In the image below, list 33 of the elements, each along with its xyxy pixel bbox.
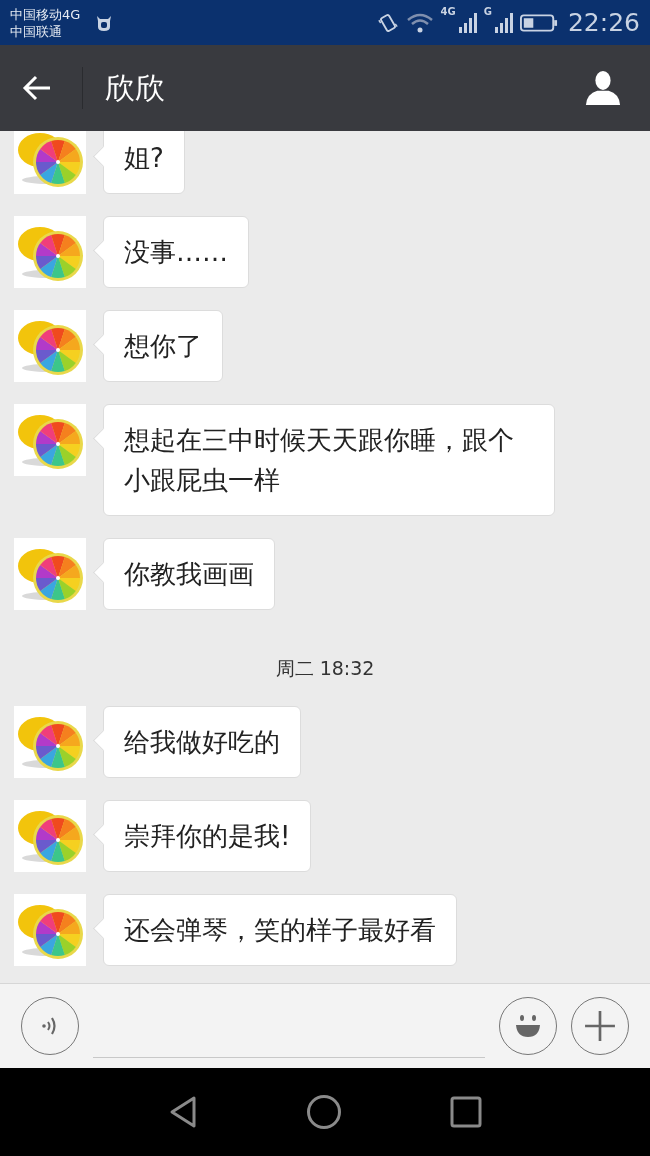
chat-title: 欣欣: [105, 68, 166, 107]
nav-back-icon[interactable]: [168, 1095, 198, 1129]
vibrate-icon: [376, 11, 399, 34]
message-text: 想起在三中时候天天跟你睡，跟个小跟屁虫一样: [124, 424, 515, 497]
message-text: 没事……: [124, 236, 228, 269]
message-text: 给我做好吃的: [124, 726, 280, 759]
lemon-avatar-icon[interactable]: [14, 216, 86, 288]
lemon-avatar-icon[interactable]: [14, 800, 86, 872]
back-arrow-icon: [22, 75, 52, 101]
carrier-name: 中国移动4G: [10, 5, 81, 23]
network-type-label: G: [483, 6, 492, 17]
message-text: 姐?: [124, 142, 164, 175]
signal-icon: [457, 11, 478, 34]
plus-icon: [584, 1010, 616, 1042]
lemon-avatar-icon[interactable]: [14, 310, 86, 382]
person-icon: [584, 69, 622, 107]
nav-home-icon[interactable]: [306, 1094, 342, 1130]
lemon-avatar-icon[interactable]: [14, 706, 86, 778]
lemon-avatar-icon[interactable]: [14, 404, 86, 476]
message-text: 想你了: [124, 330, 202, 363]
lemon-avatar-icon[interactable]: [14, 538, 86, 610]
battery-icon: [519, 12, 558, 33]
signal-icon: [493, 11, 514, 34]
nav-recents-icon[interactable]: [450, 1096, 482, 1128]
lemon-avatar-icon[interactable]: [14, 131, 86, 194]
lemon-avatar-icon[interactable]: [14, 894, 86, 966]
carrier-name: 中国联通: [10, 22, 63, 40]
message-text: 你教我画画: [124, 558, 254, 591]
clock-time: 22:26: [567, 8, 640, 37]
message-text: 还会弹琴，笑的样子最好看: [124, 914, 436, 947]
message-text: 崇拜你的是我!: [124, 820, 291, 853]
network-type-label: 4G: [440, 6, 456, 17]
message-timestamp: 周二 18:32: [275, 656, 375, 681]
